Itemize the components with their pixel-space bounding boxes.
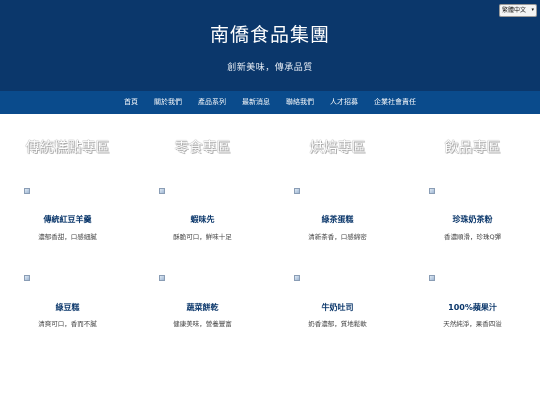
nav-item-contact[interactable]: 聯絡我們 [278,91,322,114]
product-name: 牛奶吐司 [321,303,354,312]
product-desc: 清爽可口，香而不膩 [38,320,97,328]
nav-item-news[interactable]: 最新消息 [234,91,278,114]
nav-item-about[interactable]: 關於我們 [146,91,190,114]
broken-image-icon [159,188,165,194]
product-desc: 濃郁香甜，口感細膩 [38,233,97,241]
product-card[interactable]: 蝦味先 酥脆可口，鮮味十足 [135,187,270,247]
site-header: 繁體中文 ▾ 南僑食品集團 創新美味，傳承品質 [0,0,540,91]
nav-item-careers[interactable]: 人才招募 [322,91,366,114]
main-nav: 首頁 關於我們 產品系列 最新消息 聯絡我們 人才招募 企業社會責任 [0,91,540,114]
product-desc: 健康美味，營養豐富 [173,320,232,328]
product-name: 珍珠奶茶粉 [452,215,493,224]
product-desc: 奶香濃郁，質地鬆軟 [308,320,367,328]
broken-image-icon [159,275,165,281]
product-name: 蝦味先 [190,215,215,224]
broken-image-icon [24,188,30,194]
site-tagline: 創新美味，傳承品質 [227,63,313,73]
language-select-value: 繁體中文 [502,7,527,14]
product-name: 傳統紅豆羊羹 [43,215,92,224]
site-title: 南僑食品集團 [209,24,330,46]
product-card[interactable]: 蔬菜餅乾 健康美味，營養豐富 [135,274,270,334]
broken-image-icon [429,188,435,194]
product-card[interactable]: 傳統紅豆羊羹 濃郁香甜，口感細膩 [0,187,135,247]
product-desc: 酥脆可口，鮮味十足 [173,233,232,241]
section-title-drinks: 飲品專區 [444,140,501,156]
product-card[interactable]: 100%蘋果汁 天然純淨，果香四溢 [405,274,540,334]
product-card[interactable]: 綠茶蛋糕 清新茶香，口感綿密 [270,187,405,247]
product-name: 蔬菜餅乾 [186,303,219,312]
section-title-traditional: 傳統糕點專區 [25,140,110,156]
product-desc: 天然純淨，果香四溢 [443,320,502,328]
product-card[interactable]: 綠豆糕 清爽可口，香而不膩 [0,274,135,334]
chevron-down-icon: ▾ [531,7,534,13]
language-select[interactable]: 繁體中文 ▾ [499,4,537,17]
product-name: 綠茶蛋糕 [321,215,354,224]
product-name: 綠豆糕 [55,303,80,312]
broken-image-icon [294,275,300,281]
product-card[interactable]: 牛奶吐司 奶香濃郁，質地鬆軟 [270,274,405,334]
nav-item-csr[interactable]: 企業社會責任 [366,91,424,114]
broken-image-icon [24,275,30,281]
broken-image-icon [429,275,435,281]
section-title-bakery: 烘焙專區 [309,140,366,156]
section-title-snacks: 零食專區 [174,140,231,156]
broken-image-icon [294,188,300,194]
product-desc: 香濃順滑，珍珠Q彈 [443,233,502,241]
product-card[interactable]: 珍珠奶茶粉 香濃順滑，珍珠Q彈 [405,187,540,247]
nav-item-home[interactable]: 首頁 [116,91,146,114]
nav-item-products[interactable]: 產品系列 [190,91,234,114]
product-name: 100%蘋果汁 [448,303,497,312]
product-desc: 清新茶香，口感綿密 [308,233,367,241]
